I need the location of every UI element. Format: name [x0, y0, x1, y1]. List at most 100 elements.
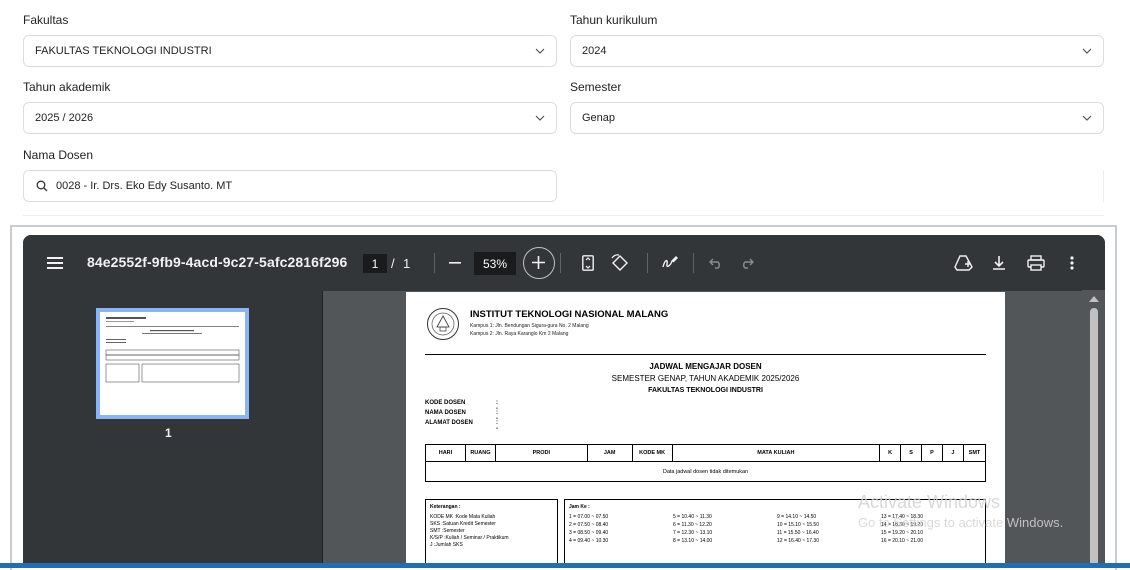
tahun-akademik-value: 2025 / 2026: [35, 112, 94, 124]
annotate-icon[interactable]: [658, 251, 682, 275]
header-rule: [425, 354, 986, 355]
table-row: Data jadwal dosen tidak ditemukan: [425, 461, 986, 482]
viewer-scrollbar[interactable]: [1082, 290, 1105, 568]
print-icon[interactable]: [1024, 251, 1048, 275]
toolbar-divider: [693, 253, 694, 273]
scroll-up-arrow[interactable]: [1089, 296, 1099, 302]
tahun-kurikulum-select[interactable]: 2024: [570, 35, 1104, 67]
keterangan-title: Keterangan :: [430, 504, 461, 510]
scroll-thumb[interactable]: [1090, 308, 1098, 566]
nama-dosen-key: NAMA DOSEN: [425, 410, 466, 416]
jam-item: 6 = 11.30 ~ 12.20: [673, 522, 712, 528]
watermark-line-2: Go to Settings to activate Windows.: [858, 515, 1064, 530]
zoom-level[interactable]: 53%: [474, 252, 516, 275]
fakultas-label: Fakultas: [23, 13, 69, 27]
tahun-akademik-label: Tahun akademik: [23, 80, 111, 94]
toolbar-divider: [647, 253, 648, 273]
schedule-table: HARI RUANG PRODI JAM KODE MK MATA KULIAH…: [425, 444, 987, 482]
chevron-down-icon: [535, 115, 545, 121]
semester-label: Semester: [570, 80, 622, 94]
alamat-dosen-row: ALAMAT DOSEN : -: [425, 420, 498, 432]
nama-dosen-row: NAMA DOSEN: -: [425, 410, 498, 422]
col-kode-mk: KODE MK: [631, 444, 673, 462]
tahun-kurikulum-value: 2024: [582, 45, 607, 57]
fit-page-icon[interactable]: [576, 251, 600, 275]
minus-icon[interactable]: [443, 251, 467, 275]
kode-dosen-key: KODE DOSEN: [425, 400, 466, 406]
page-total: 1: [403, 256, 411, 271]
jam-item: 12 = 16.40 ~ 17.30: [777, 538, 819, 544]
keterangan-item: J :Jumlah SKS: [430, 542, 463, 548]
campus-address-2: Kampus 2: Jln. Raya Karanglo Km 2 Malang: [470, 331, 569, 337]
jam-item: 7 = 12.30 ~ 13.10: [673, 530, 713, 536]
col-j: J: [941, 444, 964, 462]
redo-icon[interactable]: [735, 251, 759, 275]
empty-message: Data jadwal dosen tidak ditemukan: [425, 461, 986, 482]
col-smt: SMT: [962, 444, 987, 462]
institution-name: INSTITUT TEKNOLOGI NASIONAL MALANG: [470, 309, 669, 320]
jam-item: 2 = 07.50 ~ 08.40: [569, 522, 609, 528]
keterangan-item: SMT :Semester: [430, 528, 465, 534]
plus-icon: [532, 256, 545, 269]
alamat-dosen-key: ALAMAT DOSEN: [425, 420, 473, 426]
activate-windows-watermark: Activate Windows Go to Settings to activ…: [858, 492, 1063, 530]
jam-item: 15 = 19.20 ~ 20.10: [881, 530, 923, 536]
col-k: K: [879, 444, 902, 462]
col-p: P: [921, 444, 943, 462]
keterangan-box: Keterangan : KODE MK :Kode Mata Kuliah S…: [425, 499, 558, 568]
thumbnail-page-number: 1: [165, 426, 172, 440]
kode-dosen-row: KODE DOSEN: -: [425, 400, 498, 412]
page-number-input[interactable]: 1: [363, 254, 387, 273]
itn-logo-icon: [427, 308, 459, 340]
menu-icon[interactable]: [43, 251, 67, 275]
thumbnail-sidebar: 1: [23, 291, 323, 568]
tahun-kurikulum-label: Tahun kurikulum: [570, 13, 658, 27]
watermark-line-1: Activate Windows: [858, 492, 1001, 512]
document-title: 84e2552f-9fb9-4acd-9c27-5afc2816f296: [87, 254, 348, 270]
page-separator: /: [391, 256, 395, 271]
rotate-icon[interactable]: [608, 251, 632, 275]
col-ruang: RUANG: [464, 444, 496, 462]
section-divider: [23, 215, 1104, 216]
fakultas-value: FAKULTAS TEKNOLOGI INDUSTRI: [35, 45, 212, 57]
col-prodi: PRODI: [494, 444, 588, 462]
undo-icon[interactable]: [704, 251, 728, 275]
jam-item: 3 = 08.50 ~ 09.40: [569, 530, 609, 536]
search-icon: [36, 180, 48, 192]
fakultas-select[interactable]: FAKULTAS TEKNOLOGI INDUSTRI: [23, 35, 557, 67]
page-thumbnail[interactable]: [96, 308, 249, 419]
col-hari: HARI: [425, 444, 466, 462]
document-faculty: FAKULTAS TEKNOLOGI INDUSTRI: [648, 387, 763, 394]
tahun-akademik-select[interactable]: 2025 / 2026: [23, 102, 557, 134]
nama-dosen-search[interactable]: 0028 - Ir. Drs. Eko Edy Susanto. MT: [23, 170, 557, 202]
keterangan-item: KODE MK :Kode Mata Kuliah: [430, 514, 496, 520]
bottom-accent-bar: [0, 563, 1130, 568]
pdf-toolbar: 84e2552f-9fb9-4acd-9c27-5afc2816f296 1 /…: [23, 235, 1105, 291]
nama-dosen-value: 0028 - Ir. Drs. Eko Edy Susanto. MT: [56, 180, 233, 192]
jam-item: 16 = 20.10 ~ 21.00: [881, 538, 923, 544]
semester-select[interactable]: Genap: [570, 102, 1104, 134]
col-s: S: [900, 444, 923, 462]
alamat-dosen-value: : -: [496, 420, 498, 432]
drive-add-icon[interactable]: [952, 251, 976, 275]
zoom-in-button[interactable]: [523, 247, 555, 279]
jam-item: 1 = 07.00 ~ 07.50: [569, 514, 609, 520]
keterangan-item: K/S/P :Kuliah / Seminar / Praktikum: [430, 535, 509, 541]
campus-address-1: Kampus 1: Jln. Bendungan Sigura-gura No.…: [470, 323, 589, 329]
col-jam: JAM: [586, 444, 633, 462]
chevron-down-icon: [1082, 48, 1092, 54]
semester-value: Genap: [582, 112, 616, 124]
empty-field-placeholder: [570, 170, 1104, 202]
jam-item: 5 = 10.40 ~ 11.30: [673, 514, 712, 520]
table-header-row: HARI RUANG PRODI JAM KODE MK MATA KULIAH…: [425, 444, 987, 462]
toolbar-divider: [560, 253, 561, 273]
jam-item: 8 = 13.10 ~ 14.00: [673, 538, 713, 544]
more-vert-icon[interactable]: [1060, 251, 1084, 275]
document-subheading: SEMESTER GENAP, TAHUN AKADEMIK 2025/2026: [611, 374, 800, 383]
download-icon[interactable]: [987, 251, 1011, 275]
toolbar-divider: [434, 253, 435, 273]
nama-dosen-label: Nama Dosen: [23, 148, 94, 162]
keterangan-item: SKS :Satuan Kredit Semester: [430, 521, 496, 527]
jam-item: 4 = 09.40 ~ 10.30: [569, 538, 609, 544]
jam-item: 11 = 15.50 ~ 16.40: [777, 530, 819, 536]
